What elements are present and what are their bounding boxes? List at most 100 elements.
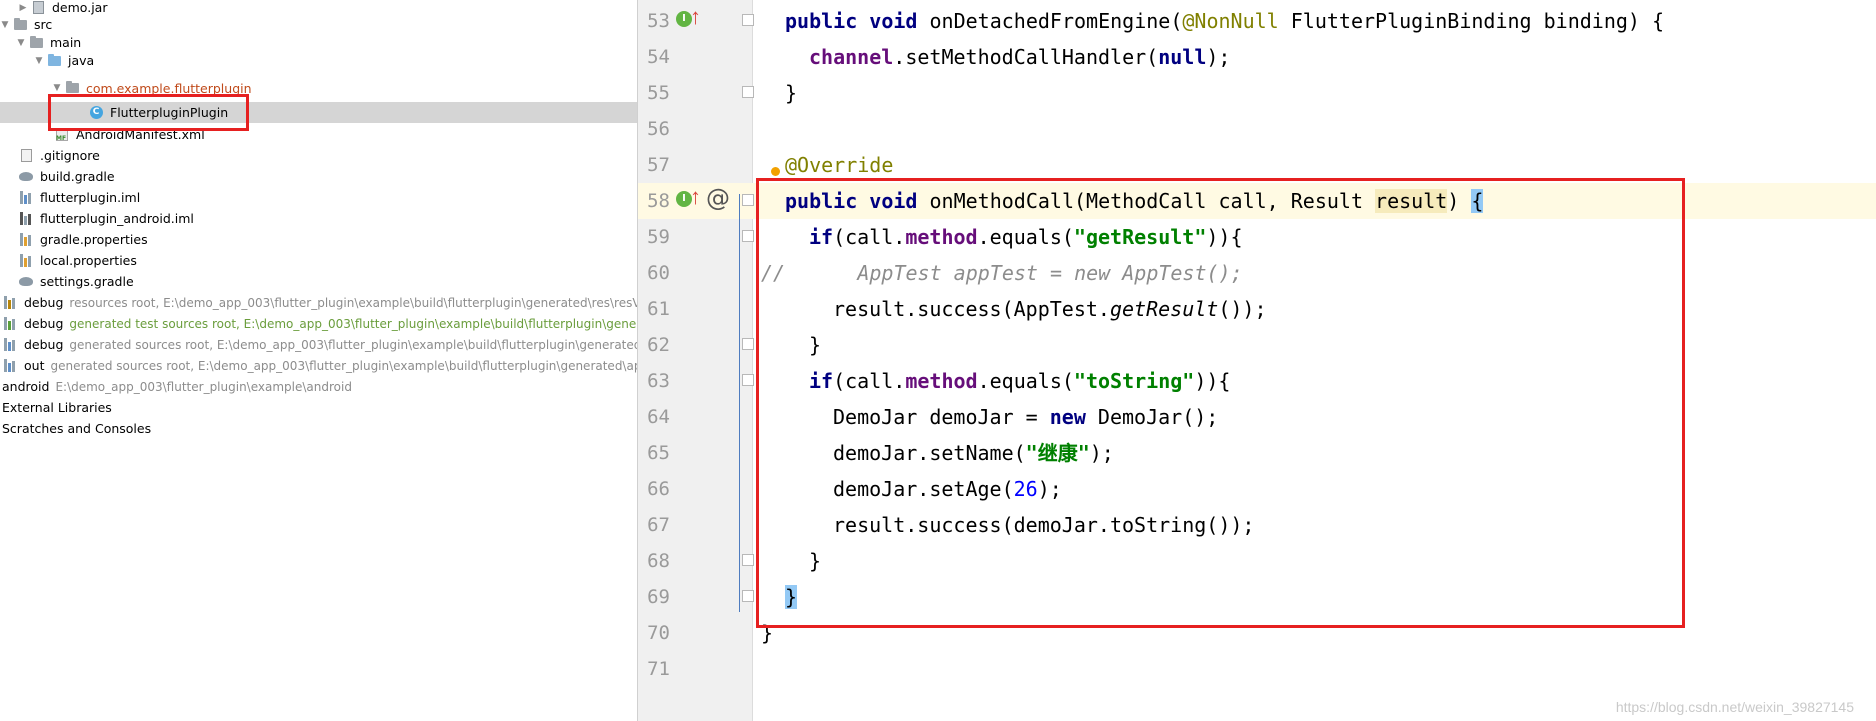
collapse-arrow-icon[interactable]: ▼ [34, 56, 44, 66]
line-number: 69 [647, 586, 670, 608]
fold-marker-icon[interactable] [742, 338, 754, 350]
module-file-icon [18, 212, 34, 226]
code-text: ()); [1218, 297, 1267, 321]
properties-file-icon [18, 233, 34, 247]
jar-file-icon [30, 1, 46, 15]
tree-item-label: gradle.properties [40, 232, 148, 247]
keyword: new [1049, 405, 1086, 429]
line-number: 62 [647, 334, 670, 356]
fold-marker-icon[interactable] [742, 374, 754, 386]
code-line-67: result.success(demoJar.toString()); [833, 513, 1255, 537]
code-line-61: result.success(AppTest.getResult()); [833, 291, 1267, 327]
properties-file-icon [18, 254, 34, 268]
tree-item-androidmanifest[interactable]: AndroidManifest.xml [0, 124, 637, 145]
code-text: } [785, 81, 798, 105]
line-number: 55 [647, 82, 670, 104]
module-file-icon [18, 191, 34, 205]
override-marker-icon[interactable]: @ [706, 184, 730, 212]
tree-item-local-properties[interactable]: local.properties [0, 250, 637, 271]
line-number: 61 [647, 298, 670, 320]
tree-item-debug-sources[interactable]: debug generated sources root, E:\demo_ap… [0, 334, 637, 355]
tree-item-label: FlutterpluginPlugin [110, 105, 229, 120]
text-file-icon [18, 149, 34, 163]
code-line-59: if(call.method.equals("getResult")){ [809, 219, 1243, 255]
collapse-arrow-icon[interactable]: ▼ [0, 20, 10, 30]
tree-item-label: debug [24, 316, 64, 331]
tree-item-settings-gradle[interactable]: settings.gradle [0, 271, 637, 292]
line-number: 66 [647, 478, 670, 500]
tree-item-flutterplugin-iml[interactable]: flutterplugin.iml [0, 187, 637, 208]
tree-item-scratches[interactable]: Scratches and Consoles [0, 418, 637, 439]
code-line-66: demoJar.setAge(26); [833, 471, 1062, 507]
code-line-70: } [761, 615, 773, 651]
line-number: 56 [647, 118, 670, 140]
line-number: 63 [647, 370, 670, 392]
fold-marker-icon[interactable] [742, 86, 754, 98]
source-folder-icon [46, 53, 62, 68]
tree-item-label: debug [24, 295, 64, 310]
keyword: void [869, 9, 918, 33]
tree-item-path: E:\demo_app_003\flutter_plugin\example\a… [55, 379, 352, 394]
code-line-57: @Override [785, 147, 893, 183]
expand-arrow-icon[interactable]: ▶ [18, 3, 28, 13]
code-line-69: } [785, 579, 798, 615]
tree-item-java[interactable]: ▼ java [0, 50, 637, 71]
code-text: ); [1206, 45, 1231, 69]
string-literal: "toString" [1073, 369, 1195, 393]
field-ref: method [905, 369, 978, 393]
tree-item-label: settings.gradle [40, 274, 134, 289]
up-arrow-icon[interactable]: ↑ [690, 6, 701, 28]
tree-item-package[interactable]: ▼ com.example.flutterplugin [0, 80, 637, 96]
tree-item-gradle-properties[interactable]: gradle.properties [0, 229, 637, 250]
tree-item-label: Scratches and Consoles [2, 421, 152, 436]
fold-marker-icon[interactable] [742, 14, 754, 26]
collapse-arrow-icon[interactable]: ▼ [52, 83, 62, 93]
fold-marker-icon[interactable] [742, 590, 754, 602]
tree-item-external-libraries[interactable]: External Libraries [0, 397, 637, 418]
folder-icon [12, 17, 28, 32]
tree-item-debug-test-sources[interactable]: debug generated test sources root, E:\de… [0, 313, 637, 334]
tree-item-label: flutterplugin.iml [40, 190, 141, 205]
keyword: if [809, 225, 834, 249]
tree-item-label: java [68, 53, 95, 68]
fold-marker-icon[interactable] [742, 194, 754, 206]
collapse-arrow-icon[interactable]: ▼ [16, 38, 26, 48]
tree-item-android[interactable]: android E:\demo_app_003\flutter_plugin\e… [0, 376, 637, 397]
code-line-55: } [785, 75, 797, 111]
code-text: } [761, 621, 774, 645]
tree-item-build-gradle[interactable]: build.gradle [0, 166, 637, 187]
tree-item-label: AndroidManifest.xml [76, 127, 205, 142]
tree-item-label: android [2, 379, 50, 394]
brace-match: } [785, 585, 798, 609]
fold-marker-icon[interactable] [742, 554, 754, 566]
line-number: 67 [647, 514, 670, 536]
string-literal: "继康" [1025, 441, 1090, 465]
tree-item-label: src [34, 17, 53, 32]
field-ref: method [905, 225, 978, 249]
tree-item-gitignore[interactable]: .gitignore [0, 145, 637, 166]
code-line-65: demoJar.setName("继康"); [833, 435, 1114, 471]
code-area[interactable] [753, 0, 1876, 721]
code-text: )){ [1206, 225, 1243, 249]
tree-item-debug-resources[interactable]: debug resources root, E:\demo_app_003\fl… [0, 292, 637, 313]
code-text: ) [1447, 189, 1472, 213]
code-text: ); [1089, 441, 1114, 465]
tree-item-flutterpluginplugin[interactable]: C FlutterpluginPlugin [0, 102, 637, 123]
up-arrow-icon[interactable]: ↑ [690, 186, 701, 208]
tree-item-flutterplugin-android-iml[interactable]: flutterplugin_android.iml [0, 208, 637, 229]
code-text: ); [1037, 477, 1062, 501]
code-text: (call. [833, 369, 906, 393]
code-text: } [809, 549, 822, 573]
tree-item-out-sources[interactable]: out generated sources root, E:\demo_app_… [0, 355, 637, 376]
gradle-icon [18, 170, 34, 184]
brace-match: { [1471, 189, 1484, 213]
intention-bulb-icon[interactable] [771, 167, 780, 176]
code-text: )){ [1194, 369, 1231, 393]
keyword: void [869, 189, 918, 213]
code-text: } [809, 333, 822, 357]
line-number: 54 [647, 46, 670, 68]
line-number: 64 [647, 406, 670, 428]
line-number: 70 [647, 622, 670, 644]
fold-marker-icon[interactable] [742, 230, 754, 242]
method-name: onMethodCall(MethodCall call, Result [929, 189, 1376, 213]
